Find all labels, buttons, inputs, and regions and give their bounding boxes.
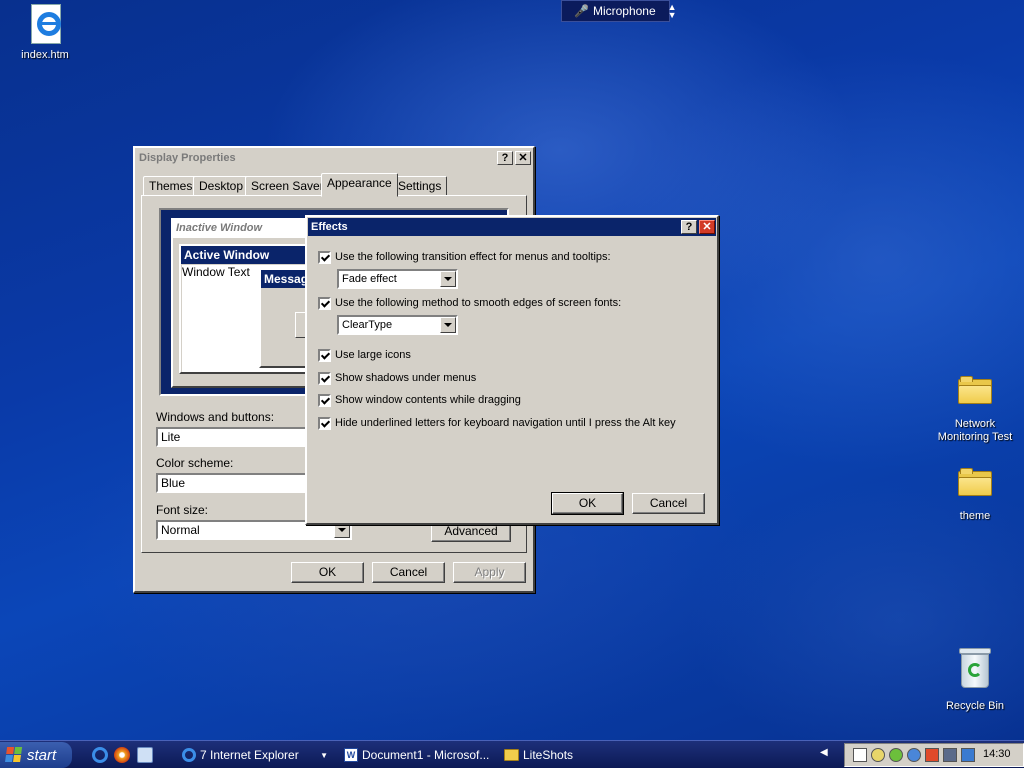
start-button[interactable]: start (0, 742, 72, 768)
folder-icon (958, 468, 992, 496)
checkbox[interactable] (318, 371, 331, 385)
word-icon: W (344, 748, 358, 762)
cancel-button[interactable]: Cancel (372, 562, 445, 583)
transition-effect-checkbox[interactable]: Use the following transition effect for … (318, 249, 611, 265)
volume-icon[interactable] (943, 748, 957, 762)
hide-underline-checkbox[interactable]: Hide underlined letters for keyboard nav… (318, 415, 676, 431)
ie-file-icon (25, 4, 65, 46)
display-properties-titlebar[interactable]: Display Properties ? ✕ (136, 149, 532, 167)
desktop-icon-label: Recycle Bin (945, 700, 1005, 712)
transition-effect-label: Use the following transition effect for … (335, 251, 611, 263)
drag-contents-label: Show window contents while dragging (335, 394, 521, 406)
desktop-icon-theme[interactable]: theme (930, 468, 1020, 523)
effects-ok-button[interactable]: OK (551, 492, 624, 515)
chevron-down-icon[interactable] (440, 271, 456, 287)
effects-titlebar[interactable]: Effects ? ✕ (308, 218, 716, 236)
system-tray: 14:30 (844, 743, 1024, 767)
windows-and-buttons-label: Windows and buttons: (156, 410, 275, 424)
tab-appearance[interactable]: Appearance (321, 173, 398, 197)
folder-icon (504, 749, 519, 761)
smooth-fonts-select[interactable]: ClearType (337, 315, 458, 335)
windows-and-buttons-value: Lite (161, 430, 181, 444)
recycle-bin-icon (958, 648, 992, 690)
clock[interactable]: 14:30 (983, 748, 1011, 760)
tab-desktop[interactable]: Desktop (193, 176, 250, 196)
desktop-icon-index-htm[interactable]: index.htm (0, 4, 90, 62)
microphone-label[interactable]: Microphone (593, 4, 656, 18)
ie-icon (182, 748, 196, 762)
window-title: Display Properties (139, 152, 236, 164)
color-scheme-label: Color scheme: (156, 456, 234, 470)
taskbar-item-internet-explorer[interactable]: 7 Internet Explorer ▼ (178, 744, 334, 766)
taskbar-item-liteshots[interactable]: LiteShots (500, 744, 650, 766)
hide-underline-label: Hide underlined letters for keyboard nav… (335, 417, 676, 429)
network-icon[interactable] (889, 748, 903, 762)
desktop-icon-label: theme (959, 510, 991, 522)
ok-button[interactable]: OK (291, 562, 364, 583)
font-size-value: Normal (161, 523, 200, 537)
taskbar-item-label: Document1 - Microsof... (362, 748, 490, 762)
close-button[interactable]: ✕ (699, 220, 715, 234)
large-icons-label: Use large icons (335, 349, 411, 361)
start-label: start (27, 746, 57, 764)
smooth-fonts-checkbox[interactable]: Use the following method to smooth edges… (318, 295, 621, 311)
chevron-down-icon[interactable] (440, 317, 456, 333)
menu-shadows-checkbox[interactable]: Show shadows under menus (318, 370, 476, 386)
language-bar[interactable]: 🎤 Microphone ▲ ▼ (561, 0, 677, 22)
color-scheme-value: Blue (161, 476, 186, 490)
help-button[interactable]: ? (681, 220, 697, 234)
transition-effect-select[interactable]: Fade effect (337, 269, 458, 289)
transition-effect-value: Fade effect (342, 273, 397, 285)
apply-button[interactable]: Apply (453, 562, 526, 583)
language-bar-options-icon[interactable]: ▲ ▼ (668, 3, 677, 20)
windows-flag-icon (5, 747, 23, 763)
folder-icon (958, 376, 992, 404)
chevron-down-icon: ▼ (320, 750, 328, 760)
effects-cancel-button[interactable]: Cancel (632, 493, 705, 514)
checkbox[interactable] (318, 250, 331, 264)
taskbar: start 7 Internet Explorer ▼ W Document1 … (0, 740, 1024, 768)
desktop-icon-label: index.htm (21, 49, 69, 61)
desktop-icon-recycle-bin[interactable]: Recycle Bin (930, 648, 1020, 713)
ie-quicklaunch-icon[interactable] (92, 747, 108, 763)
tab-screen-saver[interactable]: Screen Saver (245, 176, 330, 196)
mail-icon[interactable] (853, 748, 867, 762)
close-button[interactable]: ✕ (515, 151, 531, 165)
clock-app-icon[interactable] (871, 748, 885, 762)
effects-title: Effects (311, 221, 348, 233)
smooth-fonts-value: ClearType (342, 319, 393, 331)
checkbox[interactable] (318, 393, 331, 407)
drag-contents-checkbox[interactable]: Show window contents while dragging (318, 392, 521, 408)
large-icons-checkbox[interactable]: Use large icons (318, 347, 411, 363)
taskbar-item-document1[interactable]: W Document1 - Microsof... (340, 744, 492, 766)
menu-shadows-label: Show shadows under menus (335, 372, 477, 384)
antivirus-icon[interactable] (925, 748, 939, 762)
tab-settings[interactable]: Settings (392, 176, 448, 196)
media-player-quicklaunch-icon[interactable] (114, 747, 130, 763)
taskbar-item-label: 7 Internet Explorer (200, 748, 299, 762)
desktop-icon-network-monitoring-test[interactable]: Network Monitoring Test (930, 376, 1020, 444)
checkbox[interactable] (318, 416, 331, 430)
tray-expand-icon[interactable]: ◀ (820, 747, 828, 758)
smooth-fonts-label: Use the following method to smooth edges… (335, 297, 622, 309)
desktop-icon-label: Network Monitoring Test (937, 418, 1013, 443)
preview-window-text: Window Text (182, 265, 250, 279)
font-size-label: Font size: (156, 503, 209, 517)
checkbox[interactable] (318, 296, 331, 310)
help-button[interactable]: ? (497, 151, 513, 165)
tool-icon[interactable] (961, 748, 975, 762)
taskbar-item-label: LiteShots (523, 748, 574, 762)
messenger-icon[interactable] (907, 748, 921, 762)
microphone-icon[interactable]: 🎤 (574, 4, 589, 18)
show-desktop-quicklaunch-icon[interactable] (137, 747, 153, 763)
tab-themes[interactable]: Themes (143, 176, 199, 196)
checkbox[interactable] (318, 348, 331, 362)
